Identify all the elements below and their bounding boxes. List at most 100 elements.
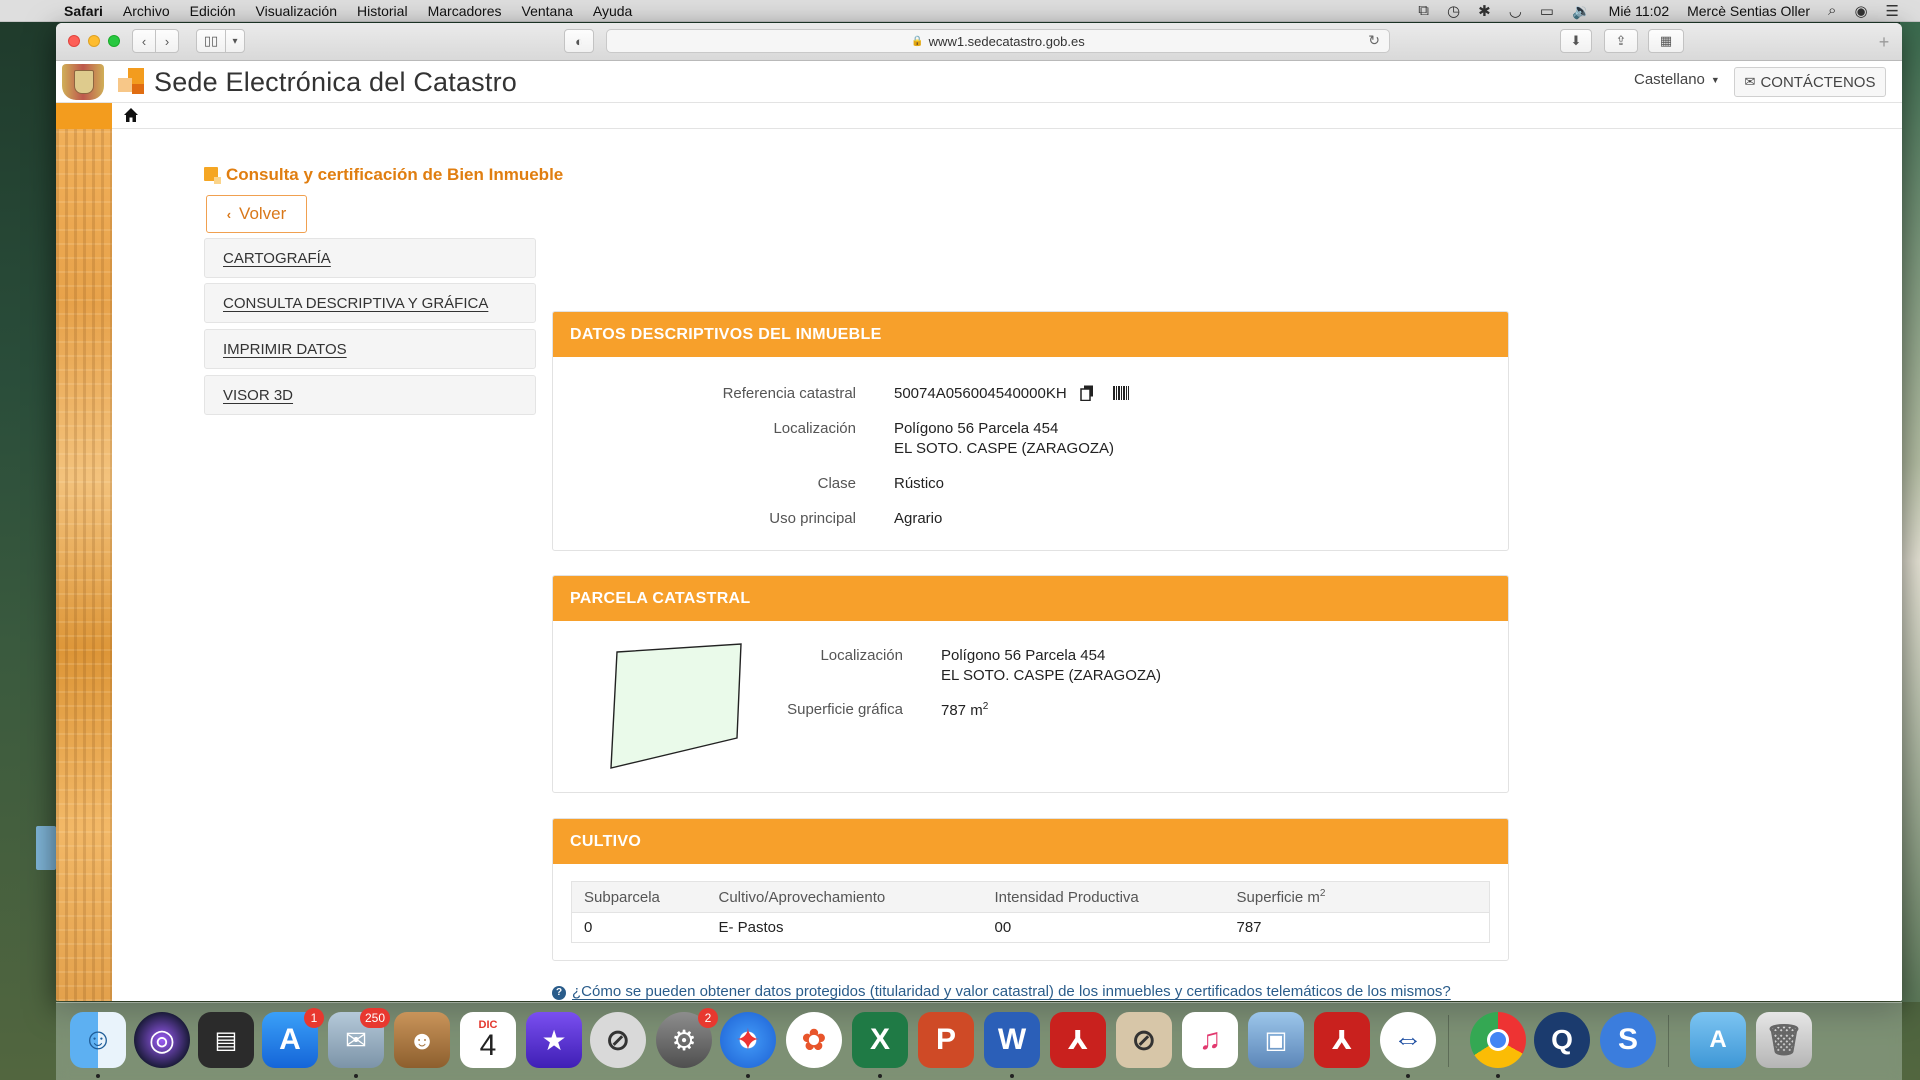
preview-icon[interactable]: ▣ — [1248, 1012, 1304, 1068]
share-button[interactable]: ⇪ — [1604, 29, 1638, 53]
siri-app-icon[interactable]: ◎ — [134, 1012, 190, 1068]
acrobat-icon[interactable]: ⅄ — [1050, 1012, 1106, 1068]
sidebar-item-imprimir-datos[interactable]: IMPRIMIR DATOS — [204, 329, 536, 369]
catastro-logo[interactable] — [118, 68, 146, 96]
share-icon: ⇪ — [1615, 33, 1627, 48]
back-volver-button[interactable]: ‹ Volver — [206, 195, 307, 233]
localizacion-line1: Polígono 56 Parcela 454 — [894, 420, 1059, 437]
new-tab-button[interactable]: + — [1874, 33, 1894, 53]
disabled-app-2-icon[interactable]: ⊘ — [1116, 1012, 1172, 1068]
menu-historial[interactable]: Historial — [347, 3, 418, 19]
superficie-grafica-value: 787 m2 — [941, 701, 989, 719]
powerpoint-icon[interactable]: P — [918, 1012, 974, 1068]
window-close-button[interactable] — [68, 35, 80, 47]
app-store-badge: 1 — [304, 1008, 324, 1028]
menu-visualizacion[interactable]: Visualización — [246, 3, 347, 19]
skype-icon[interactable]: S — [1600, 1012, 1656, 1068]
contacts-icon[interactable]: ☻ — [394, 1012, 450, 1068]
spain-coat-of-arms-logo[interactable] — [62, 64, 104, 100]
contact-button[interactable]: ✉ CONTÁCTENOS — [1734, 67, 1886, 97]
imovie-icon[interactable]: ★ — [526, 1012, 582, 1068]
menu-ayuda[interactable]: Ayuda — [583, 3, 642, 19]
system-preferences-icon[interactable]: ⚙ 2 — [656, 1008, 718, 1068]
calendar-icon[interactable]: DIC 4 — [460, 1012, 516, 1068]
siri-icon[interactable]: ◉ — [1845, 2, 1876, 20]
site-title[interactable]: Sede Electrónica del Catastro — [154, 67, 517, 98]
chrome-icon[interactable] — [1470, 1012, 1526, 1078]
applications-folder-icon[interactable]: A — [1690, 1012, 1746, 1068]
macos-dock: ☺ ◎ ▤ A1 ✉ 250 ☻ DIC 4 ★ ⊘ ⚙ 2 ✦ ✿ X P W ⅄… — [56, 1002, 1902, 1080]
calendar-day: 4 — [479, 1028, 497, 1062]
volume-icon[interactable]: 🔉 — [1563, 2, 1600, 20]
datos-protegidos-help-link[interactable]: ? ¿Cómo se pueden obtener datos protegido… — [552, 983, 1451, 1000]
main-content: Consulta y certificación de Bien Inmuebl… — [112, 129, 1902, 1001]
window-minimize-button[interactable] — [88, 35, 100, 47]
menu-clock[interactable]: Mié 11:02 — [1600, 3, 1678, 19]
safari-window: ‹ › ▯▯ ▾ ◐ 🔒 www1.sedecatastro.gob.es ↻ … — [56, 23, 1902, 1001]
excel-icon[interactable]: X — [852, 1012, 908, 1078]
col-header-superficie: Superficie m2 — [1224, 881, 1490, 913]
barcode-icon[interactable] — [1113, 385, 1129, 401]
app-store-icon[interactable]: A1 — [262, 1008, 324, 1068]
cell-superficie: 787 — [1224, 912, 1490, 943]
bluetooth-icon[interactable]: ✱ — [1469, 2, 1500, 20]
superficie-grafica-label: Superficie gráfica — [787, 701, 903, 718]
contact-button-label: CONTÁCTENOS — [1760, 73, 1876, 91]
menu-app-safari[interactable]: Safari — [54, 3, 113, 19]
parcel-outline-image[interactable] — [603, 638, 753, 778]
back-button[interactable]: ‹ — [132, 29, 156, 53]
downloads-button[interactable]: ⬇ — [1560, 29, 1592, 53]
address-bar[interactable]: 🔒 www1.sedecatastro.gob.es ↻ — [606, 29, 1390, 53]
copy-icon[interactable] — [1080, 385, 1094, 401]
forward-button[interactable]: › — [155, 29, 179, 53]
notification-center-icon[interactable]: ☰ — [1877, 2, 1908, 20]
finder-icon[interactable]: ☺ — [70, 1012, 126, 1078]
home-icon[interactable] — [122, 106, 140, 124]
spotlight-search-icon[interactable]: ⌕ — [1819, 2, 1845, 19]
menu-ventana[interactable]: Ventana — [512, 3, 583, 19]
menu-archivo[interactable]: Archivo — [113, 3, 180, 19]
time-machine-icon[interactable]: ◷ — [1438, 2, 1469, 20]
language-select[interactable]: Castellano ▼ — [1634, 71, 1720, 88]
datos-panel-title: DATOS DESCRIPTIVOS DEL INMUEBLE — [553, 312, 1508, 357]
privacy-report-button[interactable]: ◐ — [564, 29, 594, 53]
shield-icon: ◐ — [575, 33, 583, 49]
acrobat-reader-icon[interactable]: ⅄ — [1314, 1012, 1370, 1068]
cultivo-table: Subparcela Cultivo/Aprovechamiento Inten… — [571, 881, 1490, 943]
reload-icon[interactable]: ↻ — [1368, 32, 1380, 49]
music-icon[interactable]: ♫ — [1182, 1012, 1238, 1068]
wifi-icon[interactable]: ◡ — [1500, 2, 1531, 20]
tab-overview-button[interactable]: ▦ — [1648, 29, 1684, 53]
menu-edicion[interactable]: Edición — [180, 3, 246, 19]
screen-mirror-icon[interactable]: ⧉ — [1409, 2, 1438, 19]
sidebar-menu-button[interactable]: ▾ — [225, 29, 245, 53]
cultivo-panel: CULTIVO Subparcela Cultivo/Aprovechamien… — [552, 818, 1509, 961]
window-zoom-button[interactable] — [108, 35, 120, 47]
menu-marcadores[interactable]: Marcadores — [418, 3, 512, 19]
table-header-row: Subparcela Cultivo/Aprovechamiento Inten… — [571, 881, 1490, 913]
sidebar-item-visor-3d[interactable]: VISOR 3D — [204, 375, 536, 415]
sidebar-item-cartografia[interactable]: CARTOGRAFÍA — [204, 238, 536, 278]
decorative-side-photo — [56, 129, 112, 1001]
photos-icon[interactable]: ✿ — [786, 1012, 842, 1068]
parcela-localizacion-line2: EL SOTO. CASPE (ZARAGOZA) — [941, 667, 1162, 684]
trash-icon[interactable]: 🗑 — [1756, 1012, 1812, 1068]
ref-catastral-label: Referencia catastral — [722, 385, 856, 402]
airplay-icon[interactable]: ▭ — [1531, 2, 1563, 20]
word-icon[interactable]: W — [984, 1012, 1040, 1078]
col-header-intensidad: Intensidad Productiva — [982, 881, 1225, 913]
sidebar-item-consulta-descriptiva[interactable]: CONSULTA DESCRIPTIVA Y GRÁFICA — [204, 283, 536, 323]
photo-booth-icon[interactable]: ▤ — [198, 1012, 254, 1068]
menu-user-name[interactable]: Mercè Sentias Oller — [1678, 3, 1819, 19]
safari-icon[interactable]: ✦ — [720, 1012, 776, 1078]
disabled-app-icon[interactable]: ⊘ — [590, 1012, 646, 1068]
cell-cultivo: E- Pastos — [706, 912, 983, 943]
parcela-localizacion-line1: Polígono 56 Parcela 454 — [941, 647, 1106, 664]
teamviewer-icon[interactable]: ⇔ — [1380, 1012, 1436, 1078]
sidebar-toggle-button[interactable]: ▯▯ — [196, 29, 226, 53]
chevron-left-icon: ‹ — [141, 33, 147, 49]
mail-icon[interactable]: ✉ 250 — [328, 1008, 390, 1078]
page-heading: Consulta y certificación de Bien Inmuebl… — [204, 165, 563, 185]
download-icon: ⬇ — [1570, 33, 1582, 48]
quicktime-icon[interactable]: Q — [1534, 1012, 1590, 1068]
